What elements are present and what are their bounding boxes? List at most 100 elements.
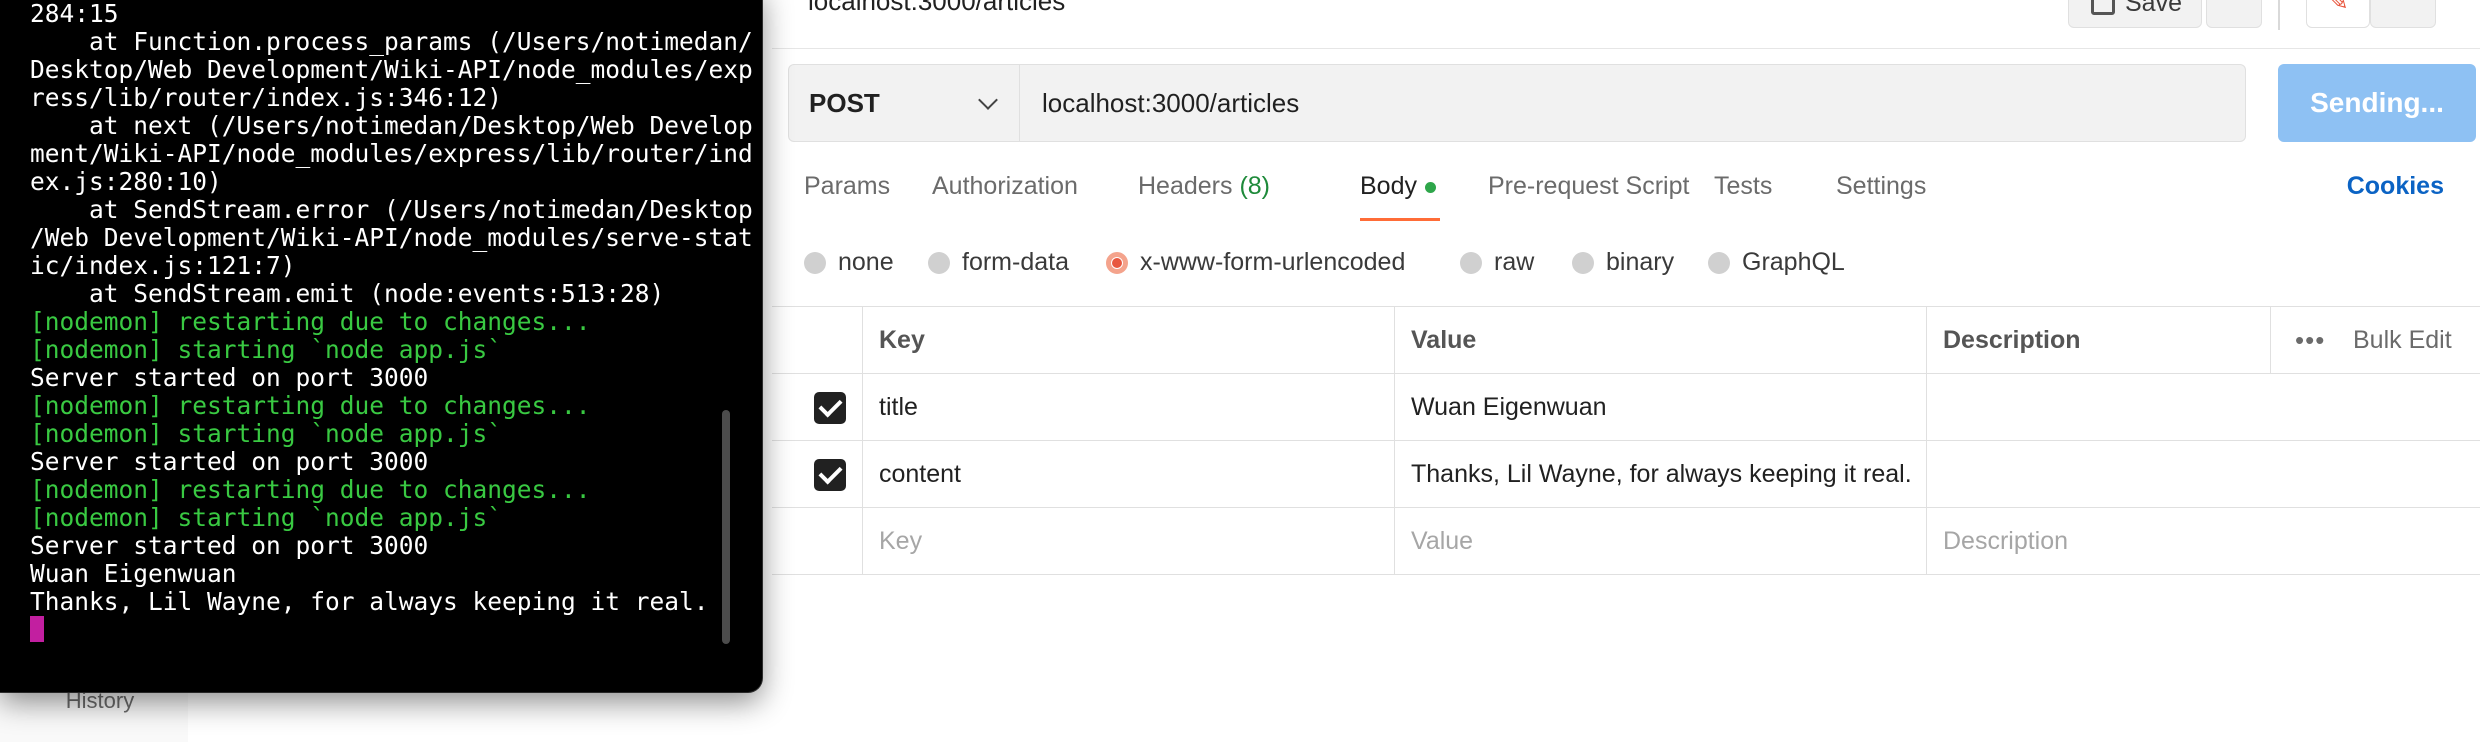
row-checkbox[interactable] bbox=[814, 459, 846, 491]
terminal-line: at SendStream.emit (node:events:513:28) bbox=[30, 279, 665, 308]
tab-headers-label: Headers bbox=[1138, 172, 1233, 200]
column-header-value: Value bbox=[1394, 307, 1926, 373]
header-check-cell bbox=[772, 307, 862, 373]
terminal-window[interactable]: 284:15 at Function.process_params (/User… bbox=[0, 0, 762, 692]
key-cell[interactable]: title bbox=[862, 374, 1394, 440]
terminal-line: [nodemon] starting `node app.js` bbox=[30, 503, 503, 532]
radio-button[interactable] bbox=[804, 251, 826, 274]
params-table: Key Value Description ••• Bulk Edit titl… bbox=[772, 306, 2480, 575]
body-type-raw[interactable]: raw bbox=[1460, 248, 1534, 277]
request-header: localhost:3000/articles Save ✎ bbox=[772, 0, 2480, 49]
description-cell[interactable] bbox=[1926, 374, 2270, 440]
comment-icon[interactable] bbox=[2370, 0, 2436, 28]
terminal-line: [nodemon] restarting due to changes... bbox=[30, 391, 591, 420]
edit-icon[interactable]: ✎ bbox=[2306, 0, 2370, 28]
body-indicator-dot bbox=[1424, 181, 1436, 193]
body-type-urlencoded[interactable]: x-www-form-urlencoded bbox=[1106, 248, 1405, 277]
request-editor: localhost:3000/articles Save ✎ POST loca… bbox=[772, 0, 2480, 742]
terminal-line: at next (/Users/notimedan/Desktop/Web De… bbox=[30, 111, 753, 140]
method-select[interactable]: POST bbox=[788, 64, 1020, 142]
value-placeholder[interactable]: Value bbox=[1394, 508, 1926, 574]
tab-body-label: Body bbox=[1360, 172, 1417, 200]
request-name[interactable]: localhost:3000/articles bbox=[808, 0, 1065, 17]
tab-pre-request-script[interactable]: Pre-request Script bbox=[1488, 172, 1689, 201]
body-type-label: x-www-form-urlencoded bbox=[1140, 248, 1406, 276]
tab-tests[interactable]: Tests bbox=[1714, 172, 1772, 201]
tab-body[interactable]: Body bbox=[1360, 172, 1436, 201]
send-button[interactable]: Sending... bbox=[2278, 64, 2476, 142]
active-tab-underline bbox=[1360, 218, 1440, 221]
terminal-output: 284:15 at Function.process_params (/User… bbox=[30, 0, 753, 616]
table-row-new: Key Value Description bbox=[772, 508, 2480, 575]
method-value: POST bbox=[809, 88, 880, 118]
body-type-label: form-data bbox=[962, 248, 1069, 276]
body-type-label: raw bbox=[1494, 248, 1535, 276]
terminal-line: /Web Development/Wiki-API/node_modules/s… bbox=[30, 223, 753, 252]
radio-button[interactable] bbox=[1708, 251, 1730, 274]
terminal-scrollbar[interactable] bbox=[722, 410, 730, 644]
terminal-line: Desktop/Web Development/Wiki-API/node_mo… bbox=[30, 55, 753, 84]
bulk-edit-cell: ••• Bulk Edit bbox=[2270, 307, 2480, 373]
terminal-line: [nodemon] starting `node app.js` bbox=[30, 419, 503, 448]
radio-button-selected[interactable] bbox=[1106, 251, 1128, 274]
terminal-line: ic/index.js:121:7) bbox=[30, 251, 296, 280]
column-header-key: Key bbox=[862, 307, 1394, 373]
description-cell[interactable] bbox=[1926, 441, 2270, 507]
divider bbox=[2278, 0, 2280, 30]
table-row: title Wuan Eigenwuan bbox=[772, 374, 2480, 441]
row-check-cell bbox=[772, 441, 862, 507]
url-input[interactable]: localhost:3000/articles bbox=[1020, 64, 2246, 142]
terminal-line: at SendStream.error (/Users/notimedan/De… bbox=[30, 195, 753, 224]
terminal-line: ex.js:280:10) bbox=[30, 167, 222, 196]
radio-button[interactable] bbox=[1460, 251, 1482, 274]
tab-params[interactable]: Params bbox=[804, 172, 890, 201]
body-type-none[interactable]: none bbox=[804, 248, 894, 277]
terminal-cursor bbox=[30, 616, 44, 642]
tab-headers[interactable]: Headers (8) bbox=[1138, 172, 1270, 201]
tab-authorization[interactable]: Authorization bbox=[932, 172, 1078, 201]
save-options-button[interactable] bbox=[2206, 0, 2262, 28]
terminal-line: [nodemon] restarting due to changes... bbox=[30, 307, 591, 336]
row-check-cell bbox=[772, 508, 862, 574]
terminal-line: 284:15 bbox=[30, 0, 119, 28]
key-placeholder[interactable]: Key bbox=[862, 508, 1394, 574]
request-tabs: Params Authorization Headers (8) Body Pr… bbox=[804, 172, 2474, 232]
radio-button[interactable] bbox=[928, 251, 950, 274]
terminal-line: Server started on port 3000 bbox=[30, 363, 429, 392]
table-row: content Thanks, Lil Wayne, for always ke… bbox=[772, 441, 2480, 508]
request-bar: POST localhost:3000/articles Sending... bbox=[788, 64, 2476, 144]
terminal-line: ment/Wiki-API/node_modules/express/lib/r… bbox=[30, 139, 753, 168]
terminal-line: Server started on port 3000 bbox=[30, 447, 429, 476]
key-cell[interactable]: content bbox=[862, 441, 1394, 507]
terminal-line: Server started on port 3000 bbox=[30, 531, 429, 560]
row-check-cell bbox=[772, 374, 862, 440]
terminal-line: Wuan Eigenwuan bbox=[30, 559, 237, 588]
body-type-label: binary bbox=[1606, 248, 1675, 276]
description-placeholder[interactable]: Description bbox=[1926, 508, 2270, 574]
body-type-binary[interactable]: binary bbox=[1572, 248, 1674, 277]
more-options-icon[interactable]: ••• bbox=[2295, 307, 2325, 373]
terminal-line: ress/lib/router/index.js:346:12) bbox=[30, 83, 503, 112]
table-header-row: Key Value Description ••• Bulk Edit bbox=[772, 307, 2480, 374]
terminal-line: at Function.process_params (/Users/notim… bbox=[30, 27, 753, 56]
body-type-label: GraphQL bbox=[1742, 248, 1845, 276]
save-button[interactable]: Save bbox=[2068, 0, 2202, 28]
headers-count-badge: (8) bbox=[1239, 172, 1271, 200]
chevron-down-icon bbox=[978, 90, 998, 110]
save-label: Save bbox=[2125, 0, 2182, 17]
value-cell[interactable]: Thanks, Lil Wayne, for always keeping it… bbox=[1394, 441, 1926, 507]
column-header-description: Description bbox=[1926, 307, 2270, 373]
terminal-line: Thanks, Lil Wayne, for always keeping it… bbox=[30, 587, 709, 616]
save-icon bbox=[2091, 0, 2115, 15]
cookies-link[interactable]: Cookies bbox=[2347, 172, 2444, 201]
body-type-form-data[interactable]: form-data bbox=[928, 248, 1069, 277]
tab-settings[interactable]: Settings bbox=[1836, 172, 1926, 201]
terminal-line: [nodemon] starting `node app.js` bbox=[30, 335, 503, 364]
row-checkbox[interactable] bbox=[814, 392, 846, 424]
body-type-options: none form-data x-www-form-urlencoded raw… bbox=[804, 248, 2004, 282]
bulk-edit-button[interactable]: Bulk Edit bbox=[2353, 307, 2452, 373]
body-type-graphql[interactable]: GraphQL bbox=[1708, 248, 1845, 277]
terminal-line: [nodemon] restarting due to changes... bbox=[30, 475, 591, 504]
radio-button[interactable] bbox=[1572, 251, 1594, 274]
value-cell[interactable]: Wuan Eigenwuan bbox=[1394, 374, 1926, 440]
